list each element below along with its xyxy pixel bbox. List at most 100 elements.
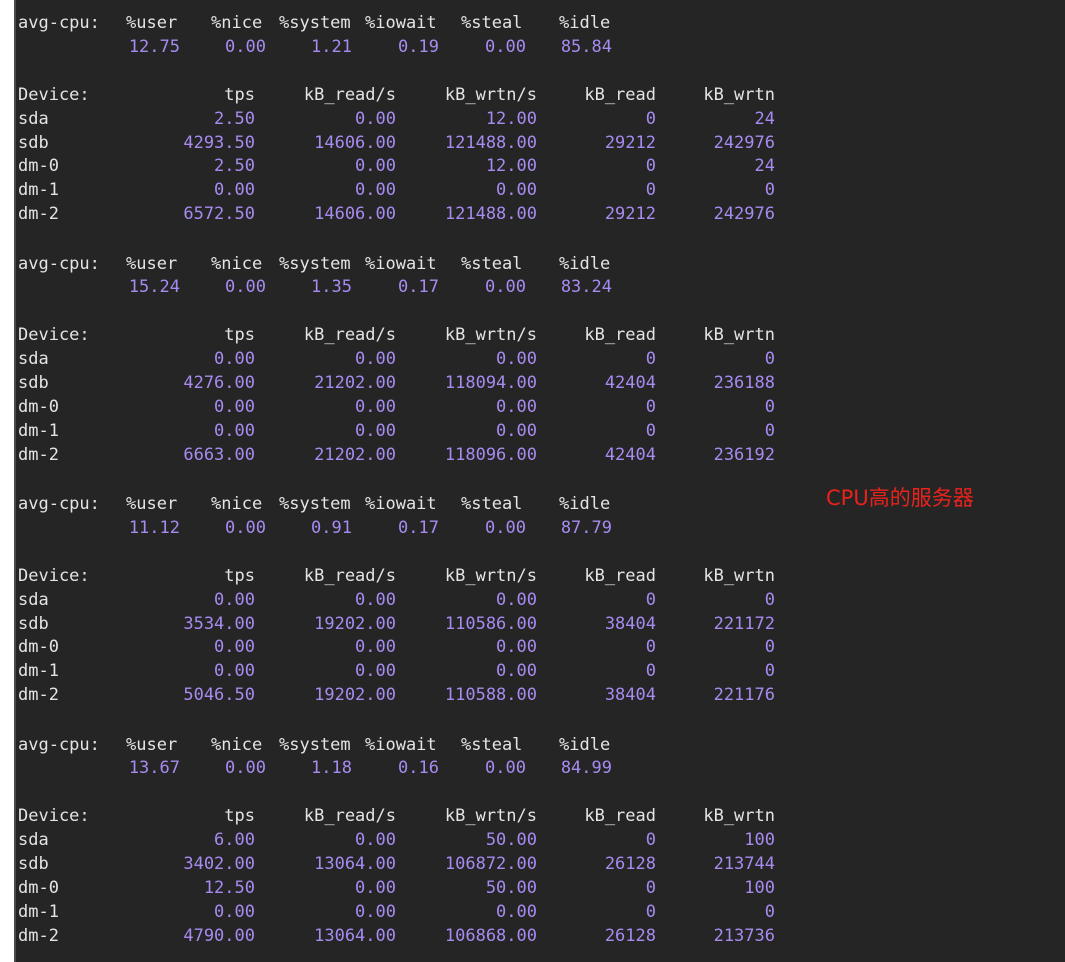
device-name: dm-1 bbox=[18, 420, 59, 441]
cpu-header-cell: %system bbox=[279, 494, 351, 514]
device-row: dm-1 0.00 0.00 0.00 0 0 bbox=[18, 178, 818, 202]
cpu-values-row: 15.24 0.00 1.35 0.17 0.00 83.24 bbox=[18, 275, 818, 299]
device-value-cell: 0.00 bbox=[214, 637, 255, 658]
annotation-label: CPU高的服务器 bbox=[826, 486, 974, 510]
device-value-cell: 38404 bbox=[604, 613, 656, 634]
device-header-row: Device: tps kB_read/s kB_wrtn/s kB_read kB_wr… bbox=[18, 83, 818, 107]
device-value-cell: 21202.00 bbox=[314, 444, 396, 465]
device-header-cell: kB_read bbox=[584, 565, 656, 586]
cpu-values-row: 13.67 0.00 1.18 0.16 0.00 84.99 bbox=[18, 756, 818, 780]
cpu-header-cell: %idle bbox=[559, 13, 611, 33]
cpu-header-cell: %user bbox=[126, 494, 178, 514]
device-row: sda 0.00 0.00 0.00 0 0 bbox=[18, 588, 818, 612]
device-value-cell: 38404 bbox=[604, 685, 656, 706]
device-value-cell: 242976 bbox=[713, 204, 775, 225]
device-value-cell: 0 bbox=[764, 901, 775, 922]
cpu-value-cell: 0.17 bbox=[398, 517, 439, 538]
device-value-cell: 0 bbox=[645, 877, 656, 898]
device-value-cell: 0.00 bbox=[355, 180, 396, 201]
device-header-cell: kB_read bbox=[584, 806, 656, 827]
device-value-cell: 0.00 bbox=[214, 661, 255, 682]
device-value-cell: 0.00 bbox=[214, 420, 255, 441]
cpu-header-cell: %nice bbox=[211, 13, 263, 33]
device-value-cell: 0.00 bbox=[496, 396, 537, 417]
device-value-cell: 0 bbox=[645, 589, 656, 610]
device-value-cell: 0 bbox=[764, 589, 775, 610]
device-value-cell: 0 bbox=[764, 349, 775, 370]
cpu-header-cell: %system bbox=[279, 13, 351, 33]
device-header-cell: Device: bbox=[18, 806, 90, 827]
device-value-cell: 0 bbox=[764, 661, 775, 682]
device-name: sdb bbox=[18, 613, 49, 634]
device-row: dm-0 12.50 0.00 50.00 0 100 bbox=[18, 876, 818, 900]
device-row: dm-2 6663.00 21202.00 118096.00 42404 236192 bbox=[18, 443, 818, 467]
device-name: dm-2 bbox=[18, 685, 59, 706]
cpu-value-cell: 0.00 bbox=[485, 758, 526, 779]
device-value-cell: 21202.00 bbox=[314, 373, 396, 393]
device-value-cell: 0.00 bbox=[355, 877, 396, 898]
cpu-value-cell: 0.17 bbox=[398, 277, 439, 298]
device-header-cell: kB_wrtn/s bbox=[444, 325, 537, 346]
device-value-cell: 24 bbox=[754, 108, 775, 129]
device-value-cell: 42404 bbox=[604, 373, 656, 393]
device-value-cell: 0.00 bbox=[355, 396, 396, 417]
device-value-cell: 0.00 bbox=[355, 589, 396, 610]
device-value-cell: 0 bbox=[645, 661, 656, 682]
device-header-cell: Device: bbox=[18, 325, 90, 346]
cpu-header-cell: %system bbox=[279, 253, 351, 274]
cpu-header-cell: %iowait bbox=[365, 734, 437, 755]
device-value-cell: 0 bbox=[764, 180, 775, 201]
cpu-header-cell: avg-cpu: bbox=[18, 734, 100, 755]
device-value-cell: 0.00 bbox=[214, 349, 255, 370]
device-row: dm-1 0.00 0.00 0.00 0 0 bbox=[18, 900, 818, 924]
cpu-value-cell: 15.24 bbox=[128, 277, 180, 298]
device-value-cell: 26128 bbox=[604, 854, 656, 874]
device-name: sdb bbox=[18, 854, 49, 874]
cpu-header-cell: %idle bbox=[559, 734, 611, 755]
device-row: dm-2 6572.50 14606.00 121488.00 29212 242976 bbox=[18, 202, 818, 226]
cpu-value-cell: 12.75 bbox=[128, 36, 180, 57]
cpu-header-cell: %steal bbox=[461, 734, 523, 755]
device-value-cell: 121488.00 bbox=[444, 204, 537, 225]
device-value-cell: 14606.00 bbox=[314, 132, 396, 153]
device-value-cell: 236188 bbox=[713, 373, 775, 393]
cpu-header-cell: %nice bbox=[211, 253, 263, 274]
cpu-values-row: 11.12 0.00 0.91 0.17 0.00 87.79 bbox=[18, 516, 818, 540]
device-value-cell: 3402.00 bbox=[183, 854, 255, 874]
cpu-value-cell: 87.79 bbox=[560, 517, 612, 538]
device-header-cell: kB_wrtn/s bbox=[444, 84, 537, 105]
device-header-cell: kB_wrtn bbox=[703, 806, 775, 827]
device-value-cell: 6572.50 bbox=[183, 204, 255, 225]
device-value-cell: 121488.00 bbox=[444, 132, 537, 153]
cpu-value-cell: 0.00 bbox=[485, 517, 526, 538]
cpu-value-cell: 0.00 bbox=[485, 277, 526, 298]
device-value-cell: 0.00 bbox=[496, 661, 537, 682]
device-name: sdb bbox=[18, 373, 49, 393]
device-value-cell: 0.00 bbox=[355, 420, 396, 441]
device-value-cell: 0 bbox=[645, 349, 656, 370]
device-row: dm-1 0.00 0.00 0.00 0 0 bbox=[18, 659, 818, 683]
device-value-cell: 0.00 bbox=[496, 420, 537, 441]
cpu-header-cell: %iowait bbox=[365, 253, 437, 274]
cpu-header-cell: %nice bbox=[211, 494, 263, 514]
device-header-row: Device: tps kB_read/s kB_wrtn/s kB_read kB_wr… bbox=[18, 564, 818, 588]
device-value-cell: 12.00 bbox=[485, 156, 537, 177]
device-value-cell: 0 bbox=[764, 637, 775, 658]
device-header-cell: Device: bbox=[18, 84, 90, 105]
device-name: dm-2 bbox=[18, 444, 59, 465]
device-header-row: Device: tps kB_read/s kB_wrtn/s kB_read kB_wr… bbox=[18, 323, 818, 347]
device-row: dm-2 5046.50 19202.00 110588.00 38404 221176 bbox=[18, 683, 818, 707]
device-name: dm-1 bbox=[18, 180, 59, 201]
device-row: dm-1 0.00 0.00 0.00 0 0 bbox=[18, 419, 818, 443]
cpu-header-row: avg-cpu: %user %nice %system %iowait %steal %i… bbox=[18, 492, 818, 516]
cpu-header-cell: avg-cpu: bbox=[18, 253, 100, 274]
device-value-cell: 0.00 bbox=[496, 349, 537, 370]
device-row: sdb 4293.50 14606.00 121488.00 29212 242976 bbox=[18, 131, 818, 155]
device-header-cell: kB_read/s bbox=[303, 806, 396, 827]
device-name: dm-0 bbox=[18, 877, 59, 898]
device-row: sdb 3534.00 19202.00 110586.00 38404 221172 bbox=[18, 612, 818, 636]
device-value-cell: 0 bbox=[645, 180, 656, 201]
device-value-cell: 110586.00 bbox=[444, 613, 537, 634]
device-header-cell: kB_wrtn bbox=[703, 565, 775, 586]
device-value-cell: 50.00 bbox=[485, 877, 537, 898]
